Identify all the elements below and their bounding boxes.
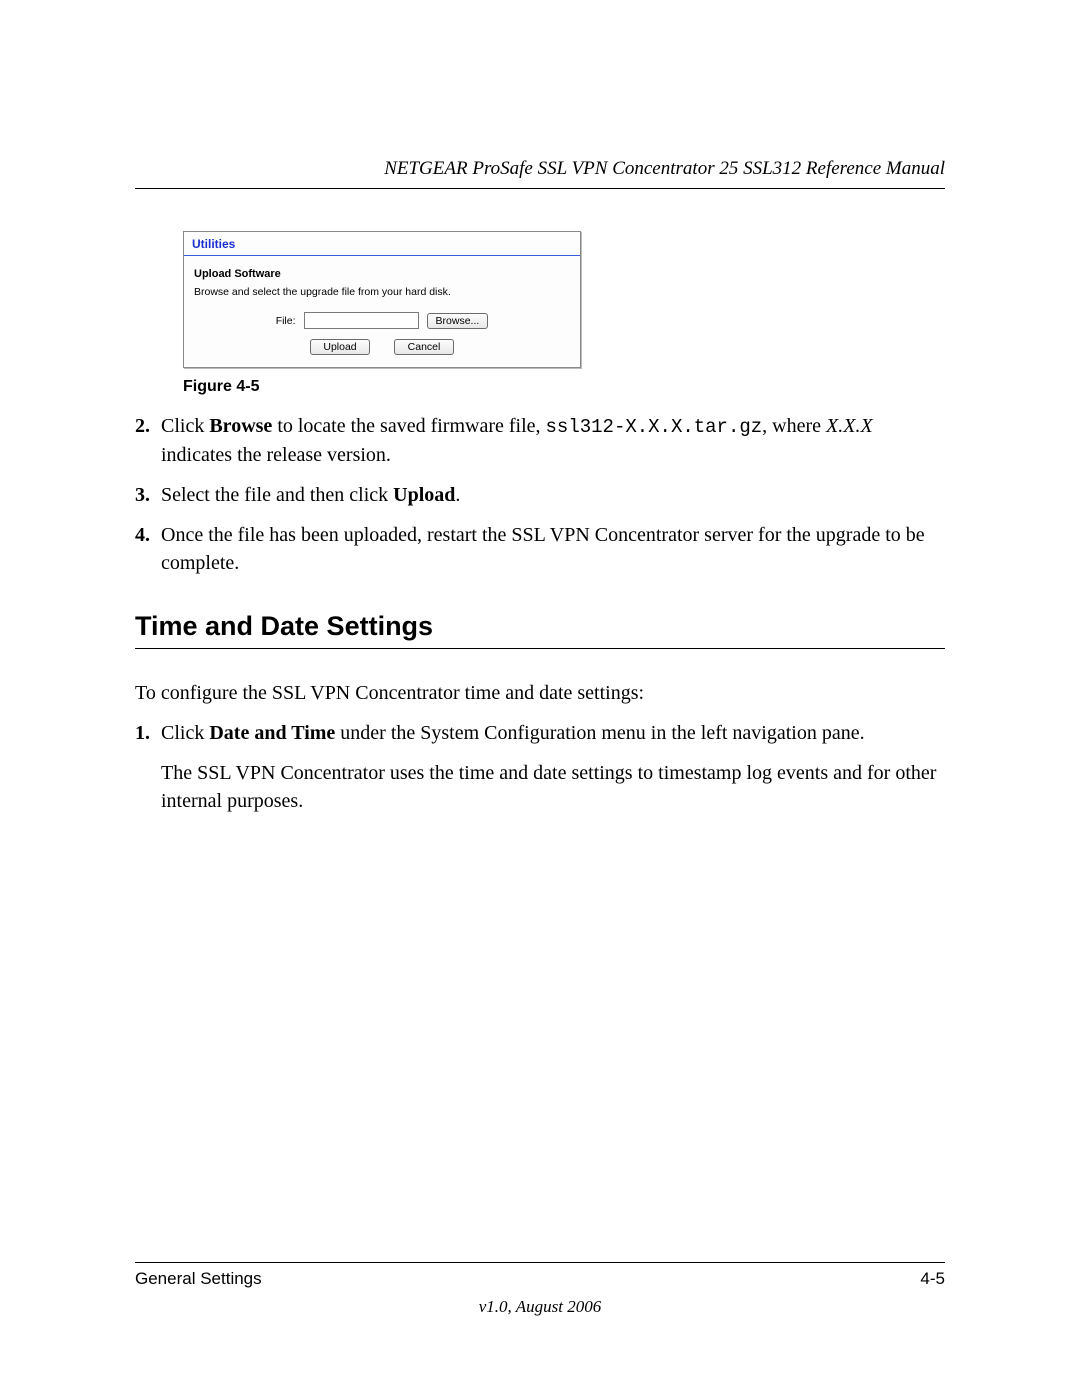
figure-caption: Figure 4-5: [183, 378, 945, 396]
text: .: [455, 484, 460, 506]
file-path-input[interactable]: [304, 312, 419, 329]
action-button-row: Upload Cancel: [184, 339, 580, 355]
step-number: 4.: [135, 521, 161, 577]
step-body: Select the file and then click Upload.: [161, 481, 945, 509]
intro-paragraph: To configure the SSL VPN Concentrator ti…: [135, 679, 945, 707]
follow-paragraph: The SSL VPN Concentrator uses the time a…: [161, 759, 945, 815]
text: indicates the release version.: [161, 444, 391, 466]
step-body: Click Date and Time under the System Con…: [161, 719, 945, 747]
page-header-title: NETGEAR ProSafe SSL VPN Concentrator 25 …: [135, 158, 945, 180]
file-row: File: Browse...: [184, 312, 580, 329]
text: Once the file has been uploaded, restart…: [161, 524, 925, 574]
step-3: 3. Select the file and then click Upload…: [135, 481, 945, 509]
upload-software-heading: Upload Software: [184, 256, 580, 286]
text: Click: [161, 415, 209, 437]
step-list-1: 2. Click Browse to locate the saved firm…: [135, 412, 945, 577]
step-number: 1.: [135, 719, 161, 747]
text: to locate the saved firmware file,: [272, 415, 545, 437]
step-body: Once the file has been uploaded, restart…: [161, 521, 945, 577]
step-body: Click Browse to locate the saved firmwar…: [161, 412, 945, 469]
browse-bold: Browse: [209, 415, 272, 437]
header-rule: [135, 188, 945, 189]
upload-bold: Upload: [393, 484, 455, 506]
step-number: 3.: [135, 481, 161, 509]
footer-page-number: 4-5: [920, 1269, 945, 1289]
text: Click: [161, 722, 209, 744]
footer-version: v1.0, August 2006: [135, 1297, 945, 1317]
step-1: 1. Click Date and Time under the System …: [135, 719, 945, 747]
section-heading-time-date: Time and Date Settings: [135, 611, 945, 642]
text: Select the file and then click: [161, 484, 393, 506]
upload-instruction-text: Browse and select the upgrade file from …: [184, 286, 580, 312]
filename-mono: ssl312-X.X.X.tar.gz: [546, 416, 763, 438]
document-page: NETGEAR ProSafe SSL VPN Concentrator 25 …: [0, 0, 1080, 1397]
step-4: 4. Once the file has been uploaded, rest…: [135, 521, 945, 577]
browse-button[interactable]: Browse...: [427, 313, 489, 329]
step-number: 2.: [135, 412, 161, 469]
text: , where: [762, 415, 826, 437]
page-footer: General Settings 4-5 v1.0, August 2006: [135, 1262, 945, 1317]
step-2: 2. Click Browse to locate the saved firm…: [135, 412, 945, 469]
version-italic: X.X.X: [826, 415, 873, 437]
date-time-bold: Date and Time: [209, 722, 335, 744]
footer-rule: [135, 1262, 945, 1263]
utilities-panel: Utilities Upload Software Browse and sel…: [183, 231, 581, 368]
upload-button[interactable]: Upload: [310, 339, 370, 355]
cancel-button[interactable]: Cancel: [394, 339, 454, 355]
footer-line: General Settings 4-5: [135, 1269, 945, 1289]
step-list-2: 1. Click Date and Time under the System …: [135, 719, 945, 815]
text: under the System Configuration menu in t…: [335, 722, 864, 744]
utilities-panel-title: Utilities: [184, 232, 580, 256]
file-label: File:: [276, 315, 296, 327]
section-rule: [135, 648, 945, 649]
footer-section-name: General Settings: [135, 1269, 262, 1289]
